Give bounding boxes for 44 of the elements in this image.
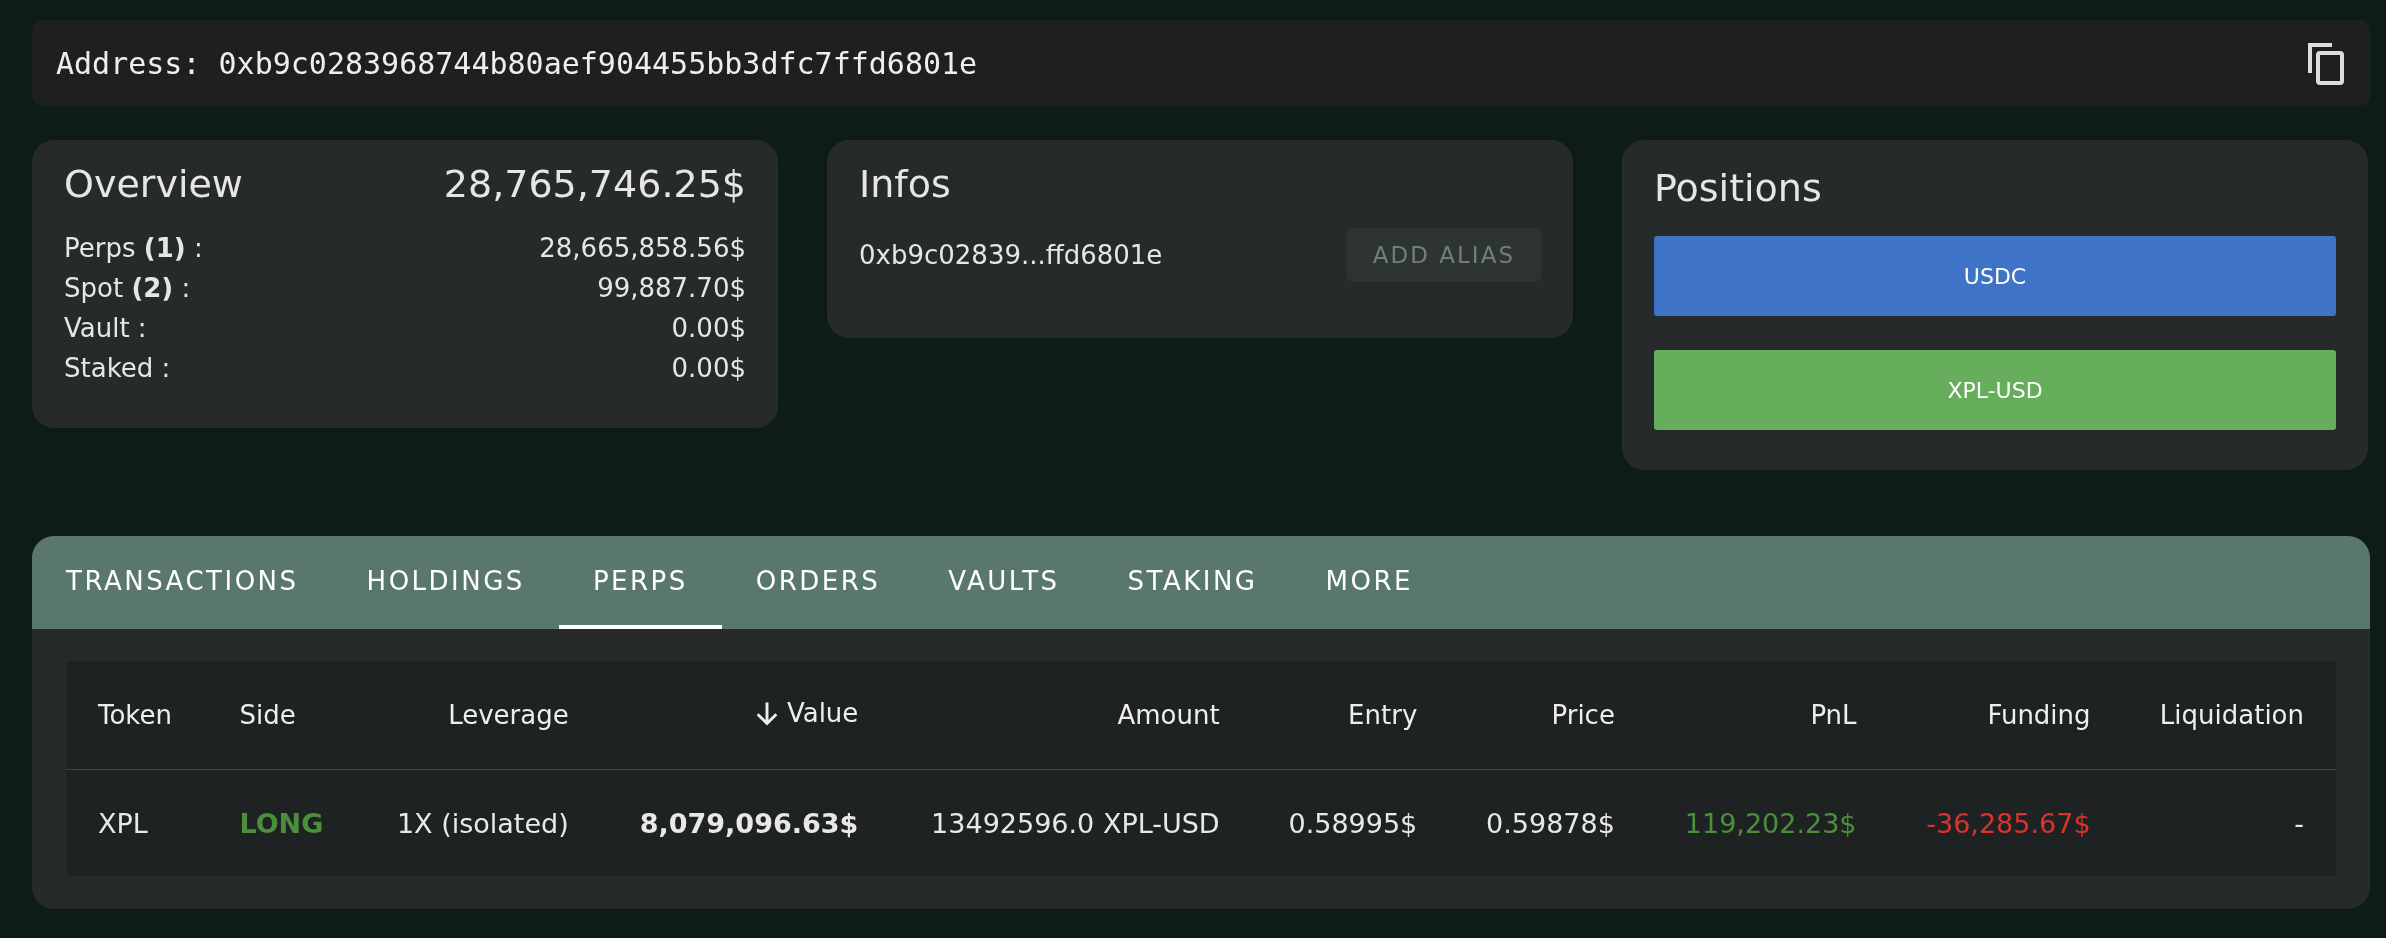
position-button[interactable]: XPL-USD (1654, 350, 2336, 430)
balance-label: Spot (2) : (64, 272, 191, 305)
table-cell: - (2294, 807, 2304, 839)
tab[interactable]: ORDERS (721, 536, 915, 629)
tab[interactable]: PERPS (558, 536, 722, 629)
balance-value: 28,665,858.56$ (539, 232, 746, 265)
balance-label: Perps (1) : (64, 232, 203, 265)
tab[interactable]: STAKING (1093, 536, 1292, 629)
address-text: Address: 0xb9c0283968744b80aef904455bb3dfc7ffd6801e (56, 45, 978, 81)
tab[interactable]: MORE (1291, 536, 1447, 629)
column-header[interactable]: Value (786, 697, 859, 728)
table-cell: -36,285.67$ (1926, 807, 2091, 839)
column-header: Liquidation (2159, 700, 2304, 730)
table-cell: 1X (isolated) (396, 807, 569, 839)
column-header: Funding (1987, 700, 2091, 730)
position-button[interactable]: USDC (1654, 236, 2336, 316)
table-cell: 0.58995$ (1288, 807, 1418, 839)
short-address: 0xb9c02839...ffd6801e (859, 239, 1163, 272)
table-cell: 8,079,096.63$ (639, 807, 859, 839)
column-header: Token (98, 700, 172, 730)
card-title: Infos (859, 162, 951, 206)
balance-value: 0.00$ (671, 352, 746, 385)
column-header: Entry (1348, 700, 1418, 730)
balance-label: Vault : (64, 312, 147, 345)
column-header: PnL (1810, 700, 1857, 730)
tab[interactable]: HOLDINGS (332, 536, 559, 629)
balance-label: Staked : (64, 352, 171, 385)
table-cell: LONG (239, 807, 324, 839)
column-header: Side (239, 700, 296, 730)
copy-icon[interactable] (2306, 41, 2346, 85)
tab[interactable]: VAULTS (914, 536, 1094, 629)
column-header: Price (1551, 700, 1615, 730)
card-title: Positions (1654, 166, 1822, 210)
column-header: Amount (1117, 700, 1220, 730)
table-cell: 119,202.23$ (1684, 807, 1857, 839)
table-cell: 0.59878$ (1486, 807, 1615, 839)
column-header: Leverage (448, 700, 569, 730)
balance-value: 99,887.70$ (597, 272, 746, 305)
total-value: 28,765,746.25$ (443, 162, 746, 206)
balance-value: 0.00$ (671, 312, 746, 345)
table-cell: XPL (98, 807, 148, 839)
tab[interactable]: TRANSACTIONS (32, 536, 333, 629)
table-cell: 13492596.0 XPL-USD (931, 807, 1220, 839)
card-title: Overview (64, 162, 243, 206)
